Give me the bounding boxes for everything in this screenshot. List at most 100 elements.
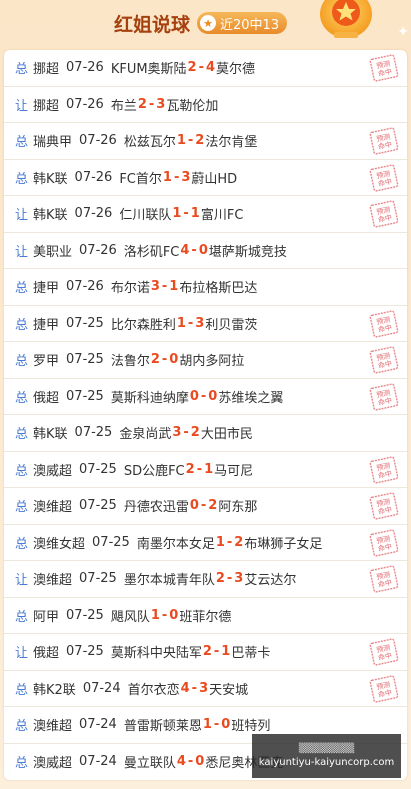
home-team: 首尔衣恋: [127, 682, 180, 698]
table-row[interactable]: 总阿甲 07-25 飓风队 1 - 0 班菲尔德: [4, 598, 407, 634]
home-team: 莫斯科迪纳摩: [110, 390, 189, 406]
league-name: 澳威超: [33, 463, 73, 479]
home-team: 丹德农迅雷: [123, 500, 189, 516]
table-row[interactable]: 让美职业 07-26 洛杉矶FC 4 - 0 堪萨斯城竞技: [4, 233, 407, 269]
table-row[interactable]: 总韩K联 07-25 金泉尚武 3 - 2 大田市民: [4, 415, 407, 452]
prediction-list: 总挪超 07-26 KFUM奥斯陆 2 - 4 莫尔德 预测 命中让挪超 07-26 布兰 2 -…: [4, 50, 407, 780]
bet-type-label: 总: [15, 756, 29, 772]
home-score: 2: [137, 96, 147, 112]
home-score: 2: [185, 461, 195, 477]
home-score: 2: [215, 571, 225, 587]
bet-type-label: 总: [15, 317, 29, 333]
bet-type-label: 总: [15, 463, 29, 479]
away-team: 富川FC: [200, 208, 244, 224]
score-separator: -: [200, 498, 207, 514]
score-separator: -: [226, 534, 233, 550]
table-row[interactable]: 让俄超 07-25 莫斯科中央陆军 2 - 1 巴蒂卡 预测 命中: [4, 634, 407, 671]
away-team: 班特列: [231, 719, 271, 735]
score-separator: -: [191, 680, 198, 696]
table-row[interactable]: 总捷甲 07-26 布尔诺 3 - 1 布拉格斯巴达: [4, 269, 407, 306]
away-team: 蔚山HD: [191, 171, 238, 187]
table-row[interactable]: 总挪超 07-26 KFUM奥斯陆 2 - 4 莫尔德 预测 命中: [4, 50, 407, 87]
away-team: 巴蒂卡: [231, 646, 271, 662]
table-row[interactable]: 让澳维超 07-25 墨尔本城青年队 2 - 3 艾云达尔 预测 命中: [4, 561, 407, 598]
away-team: 法尔肯堡: [205, 135, 258, 151]
table-row[interactable]: 总澳维超 07-25 丹德农迅雷 0 - 2 阿东那 预测 命中: [4, 488, 407, 525]
prediction-hit-stamp-icon: 预测命中: [369, 674, 399, 703]
away-score: 4: [206, 60, 216, 76]
score-separator: -: [161, 279, 168, 295]
away-score: 2: [234, 534, 244, 550]
league-name: 罗甲: [33, 354, 60, 370]
table-row[interactable]: 让韩K联 07-26 仁川联队 1 - 1 富川FC 预测 命中: [4, 196, 407, 233]
table-row[interactable]: 总澳威超 07-25 SD公鹿FC 2 - 1 马可尼 预测 命中: [4, 452, 407, 488]
table-row[interactable]: 总捷甲 07-25 比尔森胜利 1 - 3 利贝雷茨 预测 命中: [4, 306, 407, 342]
away-score: 0: [208, 388, 218, 404]
star-icon: ★: [200, 15, 216, 31]
home-score: 1: [215, 534, 225, 550]
league-name: 澳维超: [33, 500, 73, 516]
away-team: 天安城: [209, 682, 249, 698]
league-name: 澳维女超: [33, 536, 86, 552]
score-separator: -: [191, 242, 197, 258]
away-score: 0: [198, 242, 208, 258]
away-team: 班菲尔德: [179, 609, 232, 625]
match-date: 07-26: [79, 133, 117, 149]
league-name: 澳维超: [33, 719, 73, 735]
match-date: 07-26: [79, 242, 117, 258]
table-row[interactable]: 总罗甲 07-25 法鲁尔 2 - 0 胡内多阿拉 预测 命中: [4, 342, 407, 379]
league-name: 挪超: [33, 98, 60, 114]
score-separator: -: [187, 754, 194, 770]
home-score: 4: [180, 680, 190, 696]
score-separator: -: [213, 717, 220, 733]
record-badge[interactable]: ★ 近20中13: [197, 12, 288, 34]
bet-type-label: 总: [15, 427, 29, 443]
table-row[interactable]: 总瑞典甲 07-26 松兹瓦尔 1 - 2 法尔肯堡 预测 命中: [4, 123, 407, 160]
home-score: 4: [180, 242, 190, 258]
away-team: 瓦勒伦加: [166, 98, 219, 114]
home-team: 金泉尚武: [119, 427, 172, 443]
away-team: 布拉格斯巴达: [179, 281, 258, 297]
bet-type-label: 让: [15, 244, 29, 260]
home-score: 1: [150, 607, 160, 623]
match-date: 07-24: [82, 680, 121, 696]
table-row[interactable]: 总俄超 07-25 莫斯科迪纳摩 0 - 0 苏维埃之翼 预测 命中: [4, 379, 407, 415]
table-row[interactable]: 总澳维女超 07-25 南墨尔本女足 1 - 2 布琳狮子女足 预测 命中: [4, 525, 407, 561]
prediction-hit-stamp-icon: 预测命中: [369, 638, 399, 666]
bet-type-label: 总: [15, 536, 29, 552]
home-team: FC首尔: [119, 171, 162, 187]
bet-type-label: 总: [15, 609, 29, 625]
bet-type-label: 总: [15, 62, 29, 78]
prediction-hit-stamp-icon: 预测命中: [369, 455, 399, 484]
match-date: 07-25: [92, 534, 130, 550]
away-team: 胡内多阿拉: [179, 354, 245, 370]
bet-type-label: 总: [15, 281, 29, 297]
score-separator: -: [148, 96, 155, 112]
bet-type-label: 总: [15, 171, 29, 187]
table-row[interactable]: 总韩K2联 07-24 首尔衣恋 4 - 3 天安城 预测 命中: [4, 671, 407, 707]
bet-type-label: 让: [15, 208, 29, 224]
home-score: 1: [176, 133, 186, 149]
home-team: 法鲁尔: [110, 354, 150, 370]
bet-type-label: 总: [15, 682, 29, 698]
home-team: 飓风队: [110, 609, 150, 625]
match-date: 07-25: [66, 607, 104, 623]
bet-type-label: 让: [15, 573, 29, 589]
home-score: 0: [189, 498, 199, 514]
trophy-star-icon: [320, 0, 372, 38]
home-team: SD公鹿FC: [123, 463, 185, 479]
away-score: 3: [199, 680, 209, 696]
table-row[interactable]: 总韩K联 07-26 FC首尔 1 - 3 蔚山HD 预测 命中: [4, 160, 407, 196]
away-score: 2: [190, 425, 200, 441]
away-team: 苏维埃之翼: [218, 390, 284, 406]
league-name: 澳维超: [33, 573, 73, 589]
score-separator: -: [226, 571, 233, 587]
match-date: 07-25: [79, 571, 117, 587]
bet-type-label: 总: [15, 390, 29, 406]
home-team: 仁川联队: [119, 208, 172, 224]
table-row[interactable]: 让挪超 07-26 布兰 2 - 3 瓦勒伦加: [4, 87, 407, 123]
prediction-hit-stamp-icon: 预测命中: [369, 382, 399, 411]
page-title: 红姐说球: [114, 14, 191, 36]
score-separator: -: [161, 352, 168, 368]
league-name: 韩K联: [33, 171, 68, 187]
